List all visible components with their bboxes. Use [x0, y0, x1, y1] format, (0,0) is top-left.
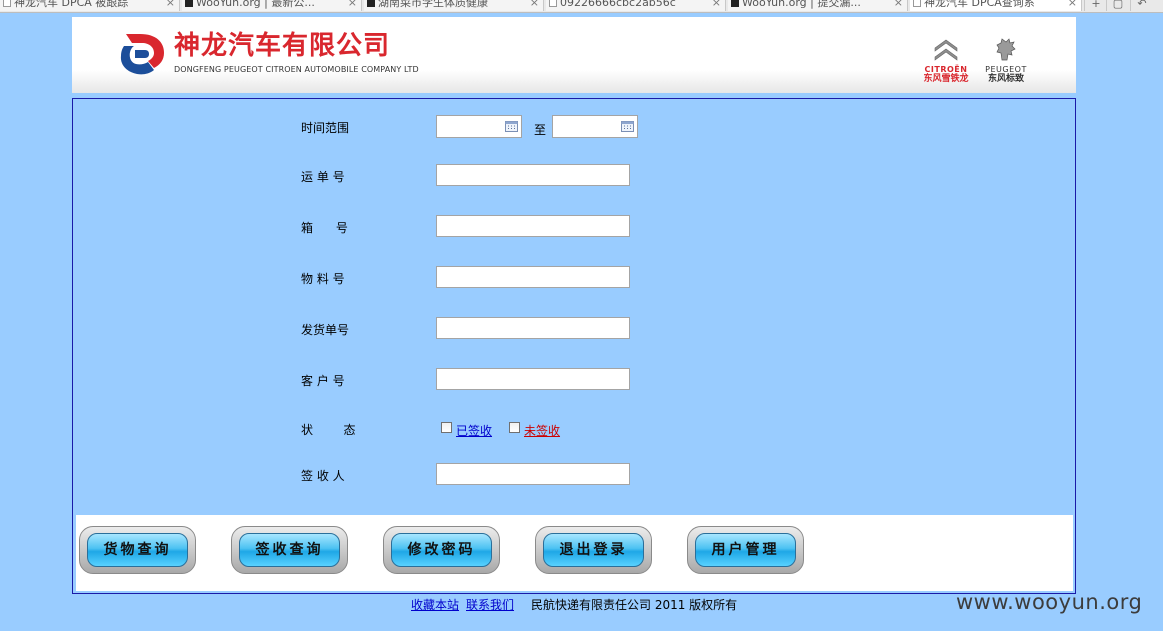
tab-list-button[interactable]: ▢ — [1106, 0, 1129, 11]
waybill-input[interactable] — [436, 164, 630, 186]
signed-checkbox[interactable] — [441, 422, 452, 433]
close-icon[interactable]: × — [348, 0, 357, 10]
tab-title: 09226666cbc2ab56c — [560, 0, 676, 9]
contact-link[interactable]: 联系我们 — [466, 596, 514, 613]
close-icon[interactable]: × — [530, 0, 539, 10]
site-header: 神龙汽车有限公司 DONGFENG PEUGEOT CITROEN AUTOMO… — [72, 17, 1076, 93]
change-password-label: 修改密码 — [391, 533, 492, 567]
sign-query-button[interactable]: 签收查询 — [231, 526, 348, 574]
browser-tab-4[interactable]: 09226666cbc2ab56c × — [546, 0, 726, 11]
browser-tab-3[interactable]: 湖南菜市学生体质健康 × — [364, 0, 544, 11]
logout-label: 退出登录 — [543, 533, 644, 567]
material-input[interactable] — [436, 266, 630, 288]
shipment-input[interactable] — [436, 317, 630, 339]
calendar-icon[interactable] — [505, 121, 518, 132]
status-label: 状 态 — [301, 423, 356, 437]
peugeot-brand: PEUGEOT 东风标致 — [977, 37, 1035, 85]
cargo-query-button[interactable]: 货物查询 — [79, 526, 196, 574]
tab-title: 湖南菜市学生体质健康 — [378, 0, 488, 9]
peugeot-label: PEUGEOT — [985, 65, 1027, 74]
cargo-query-label: 货物查询 — [87, 533, 188, 567]
shipment-label: 发货单号 — [301, 323, 350, 337]
citroen-brand: CITROËN 东风雪铁龙 — [920, 37, 972, 85]
bookmark-link[interactable]: 收藏本站 — [411, 596, 459, 613]
citroen-chevrons-icon — [934, 39, 958, 61]
watermark-text: www.wooyun.org — [956, 590, 1143, 614]
close-icon[interactable]: × — [166, 0, 175, 10]
change-password-button[interactable]: 修改密码 — [383, 526, 500, 574]
browser-tab-1[interactable]: 神龙汽车 DPCA 被跟踪 × — [0, 0, 180, 11]
close-icon[interactable]: × — [894, 0, 903, 10]
status-row: 状 态 已签收 未签收 — [73, 417, 1073, 441]
page-icon — [367, 0, 375, 7]
logout-button[interactable]: 退出登录 — [535, 526, 652, 574]
tab-title: 神龙汽车 DPCA 被跟踪 — [14, 0, 129, 9]
browser-tab-strip: 神龙汽车 DPCA 被跟踪 × WooYun.org | 最新公... × 湖南… — [0, 0, 1163, 13]
material-row: 物 料 号 — [73, 266, 1073, 290]
time-range-label: 时间范围 — [301, 121, 350, 135]
peugeot-lion-icon — [996, 38, 1016, 61]
shipment-row: 发货单号 — [73, 317, 1073, 341]
query-form-panel: 时间范围 至 运 单 号 箱 号 物 料 号 发货单号 客 户 号 状 态 已签… — [72, 98, 1076, 594]
unsigned-checkbox-label[interactable]: 未签收 — [524, 422, 560, 439]
tab-title: WooYun.org | 最新公... — [196, 0, 315, 9]
box-input[interactable] — [436, 215, 630, 237]
box-label: 箱 号 — [301, 221, 348, 235]
browser-tab-5[interactable]: WooYun.org | 提交漏... × — [728, 0, 908, 11]
dpca-logo-icon — [120, 34, 164, 75]
receiver-input[interactable] — [436, 463, 630, 485]
tab-title: WooYun.org | 提交漏... — [742, 0, 861, 9]
unsigned-checkbox[interactable] — [509, 422, 520, 433]
user-manage-label: 用户管理 — [695, 533, 796, 567]
citroen-cn-label: 东风雪铁龙 — [923, 74, 969, 84]
date-from-input[interactable] — [436, 115, 522, 138]
citroen-label: CITROËN — [924, 65, 968, 74]
user-manage-button[interactable]: 用户管理 — [687, 526, 804, 574]
receiver-label: 签 收 人 — [301, 469, 345, 483]
undo-close-button[interactable]: ↶ — [1130, 0, 1153, 11]
sign-query-label: 签收查询 — [239, 533, 340, 567]
page-icon — [549, 0, 557, 7]
receiver-row: 签 收 人 — [73, 463, 1073, 487]
page-icon — [731, 0, 739, 7]
calendar-icon[interactable] — [621, 121, 634, 132]
new-tab-button[interactable]: + — [1084, 0, 1107, 11]
waybill-row: 运 单 号 — [73, 164, 1073, 188]
time-range-row: 时间范围 至 — [73, 115, 1073, 139]
browser-tab-2[interactable]: WooYun.org | 最新公... × — [182, 0, 362, 11]
waybill-label: 运 单 号 — [301, 170, 345, 184]
customer-label: 客 户 号 — [301, 374, 345, 388]
tab-title: 神龙汽车 DPCA查询系 — [924, 0, 1035, 9]
time-range-separator: 至 — [534, 123, 547, 137]
peugeot-cn-label: 东风标致 — [987, 74, 1024, 84]
customer-row: 客 户 号 — [73, 368, 1073, 392]
customer-input[interactable] — [436, 368, 630, 390]
material-label: 物 料 号 — [301, 272, 345, 286]
box-row: 箱 号 — [73, 215, 1073, 239]
company-name-en: DONGFENG PEUGEOT CITROEN AUTOMOBILE COMP… — [174, 65, 419, 74]
company-name: 神龙汽车有限公司 — [174, 31, 391, 61]
page-icon — [3, 0, 11, 7]
browser-tab-6-active[interactable]: 神龙汽车 DPCA查询系 × — [910, 0, 1082, 11]
signed-checkbox-label[interactable]: 已签收 — [456, 422, 492, 439]
close-icon[interactable]: × — [1068, 0, 1077, 10]
action-button-bar: 货物查询 签收查询 修改密码 退出登录 用户管理 — [76, 515, 1073, 591]
page-icon — [913, 0, 921, 7]
date-to-input[interactable] — [552, 115, 638, 138]
copyright-text: 民航快递有限责任公司 2011 版权所有 — [531, 598, 738, 612]
page-icon — [185, 0, 193, 7]
close-icon[interactable]: × — [712, 0, 721, 10]
